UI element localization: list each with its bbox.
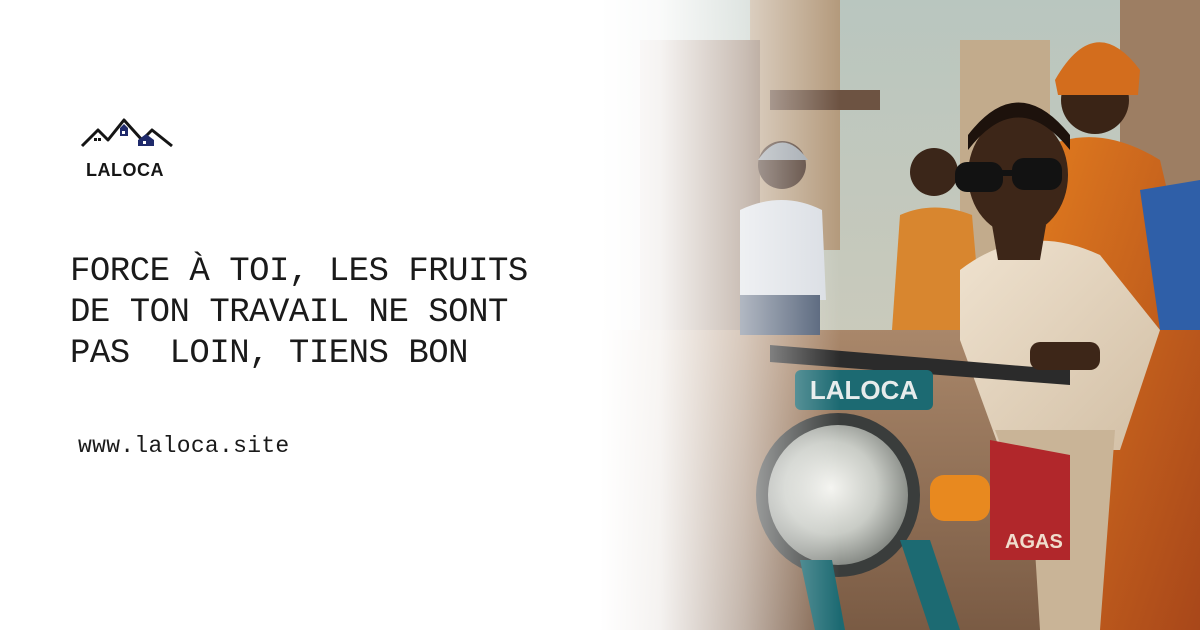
website-link[interactable]: www.laloca.site — [78, 433, 290, 459]
houses-roof-icon — [80, 118, 173, 148]
brand-logo: LALOCA — [78, 116, 178, 186]
tank-text: AGAS — [1005, 531, 1063, 553]
brand-name: LALOCA — [86, 160, 164, 180]
hero-photo: LALOCA AGAS — [600, 0, 1200, 630]
headline-line: DE TON TRAVAIL NE SONT — [70, 294, 508, 332]
headline-line: FORCE À TOI, LES FRUITS — [70, 253, 528, 291]
promo-card: LALOCA AGAS LALOCA FORCE À TOI, LES FRUI… — [0, 0, 1200, 630]
headline-line: PAS LOIN, TIENS BON — [70, 335, 469, 373]
headline: FORCE À TOI, LES FRUITS DE TON TRAVAIL N… — [70, 252, 670, 375]
turn-signal — [930, 475, 990, 521]
